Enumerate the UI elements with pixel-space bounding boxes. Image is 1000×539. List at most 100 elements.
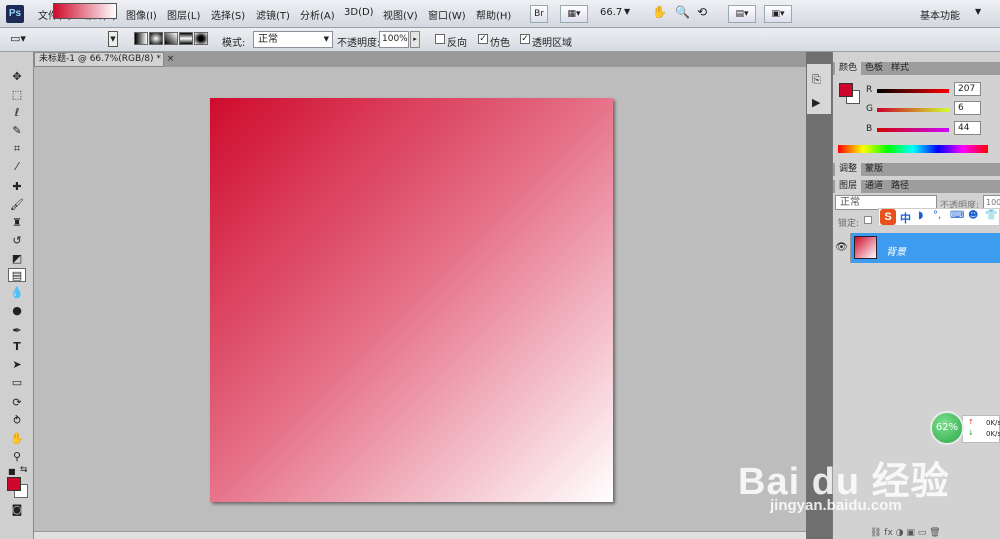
blend-mode-value: 正常 [840, 197, 860, 208]
workspace-dropdown-icon[interactable]: ▼ [975, 7, 981, 16]
history-panel-icon[interactable]: ⎘ [812, 73, 821, 87]
linear-gradient-icon[interactable] [134, 32, 148, 45]
tab-layers[interactable]: 图层 [835, 180, 862, 193]
path-selection-tool-icon[interactable]: ➤ [8, 358, 26, 372]
3d-rotate-tool-icon[interactable]: ⟳ [8, 396, 26, 410]
menu-layer[interactable]: 图层(L) [167, 7, 200, 22]
lock-transparency-icon[interactable] [864, 216, 872, 224]
type-tool-icon[interactable]: T [8, 340, 26, 354]
tab-swatches[interactable]: 色板 [861, 62, 887, 75]
actions-panel-icon[interactable]: ▶ [812, 96, 820, 109]
menu-view[interactable]: 视图(V) [383, 7, 418, 22]
reverse-checkbox[interactable] [435, 34, 445, 44]
red-value-input[interactable]: 207 [954, 82, 981, 96]
bridge-button[interactable]: Br [530, 5, 548, 23]
baidu-watermark-url: jingyan.baidu.com [770, 497, 902, 514]
angle-gradient-icon[interactable] [164, 32, 178, 45]
gradient-dropdown-icon[interactable]: ▼ [108, 31, 118, 47]
document-canvas[interactable] [210, 98, 613, 502]
layer-panel-footer-icons[interactable]: ⛓ fx ◑ ▣ ▭ 🗑 [870, 528, 941, 538]
blue-slider[interactable] [877, 128, 949, 132]
healing-brush-tool-icon[interactable]: ✚ [8, 180, 26, 194]
ime-chinese-mode[interactable]: 中 [900, 210, 911, 226]
rectangle-tool-icon[interactable]: ▭ [8, 376, 26, 390]
hand-tool-icon[interactable]: ✋ [8, 432, 26, 446]
diamond-gradient-icon[interactable] [194, 32, 208, 45]
gradient-swatch[interactable] [53, 3, 117, 19]
foreground-color-swatch[interactable] [7, 477, 21, 491]
sogou-logo-icon[interactable]: S [880, 209, 896, 225]
blue-value-input[interactable]: 44 [954, 121, 981, 135]
horizontal-scrollbar[interactable] [34, 531, 806, 539]
blur-tool-icon[interactable]: 💧 [8, 286, 26, 300]
lock-label: 锁定: [838, 219, 860, 229]
layer-name[interactable]: 背景 [886, 243, 906, 258]
tool-preset-icon[interactable]: ▭▾ [10, 32, 32, 48]
mode-select[interactable]: 正常 ▼ [253, 31, 333, 48]
tab-masks[interactable]: 蒙版 [861, 163, 887, 176]
arrange-documents-button[interactable]: ▤▾ [728, 5, 756, 23]
screen-mode-button[interactable]: ▣▾ [764, 5, 792, 23]
quick-mask-icon[interactable]: ◙ [8, 503, 26, 517]
3d-orbit-tool-icon[interactable]: ⥁ [8, 414, 26, 428]
ime-keyboard-icon[interactable]: ⌨ [950, 210, 964, 221]
menu-window[interactable]: 窗口(W) [428, 7, 466, 22]
quick-selection-tool-icon[interactable]: ✎ [8, 124, 26, 138]
opacity-slider-icon[interactable]: ▸ [410, 31, 420, 48]
red-slider[interactable] [877, 89, 949, 93]
menu-filter[interactable]: 滤镜(T) [256, 7, 290, 22]
swap-colors-icon[interactable]: ⇆ [20, 465, 28, 475]
rotate-view-icon[interactable]: ⟲ [697, 5, 707, 19]
gradient-tool-icon[interactable]: ▤ [8, 268, 26, 282]
memory-usage-ball[interactable]: 62% [930, 411, 964, 445]
ime-halfwidth-icon[interactable]: ◗ [918, 210, 923, 221]
green-slider[interactable] [877, 108, 949, 112]
zoom-level[interactable]: 66.7 [600, 7, 622, 18]
zoom-tool-icon[interactable]: ⚲ [8, 450, 26, 464]
menu-select[interactable]: 选择(S) [211, 7, 245, 22]
marquee-tool-icon[interactable]: ⬚ [8, 88, 26, 102]
eyedropper-tool-icon[interactable]: ⁄ [8, 160, 26, 174]
eraser-tool-icon[interactable]: ◩ [8, 252, 26, 266]
crop-tool-icon[interactable]: ⌗ [8, 142, 26, 156]
tab-paths[interactable]: 路径 [887, 180, 913, 193]
zoom-tool-icon[interactable]: 🔍 [675, 5, 690, 19]
green-value-input[interactable]: 6 [954, 101, 981, 115]
zoom-dropdown-icon[interactable]: ▼ [624, 7, 630, 16]
color-spectrum-bar[interactable] [838, 145, 988, 153]
lasso-tool-icon[interactable]: ℓ [8, 106, 26, 120]
tab-channels[interactable]: 通道 [861, 180, 887, 193]
menu-3d[interactable]: 3D(D) [344, 7, 374, 18]
document-tab[interactable]: 未标题-1 @ 66.7%(RGB/8) * × [34, 52, 174, 67]
reflected-gradient-icon[interactable] [179, 32, 193, 45]
tab-adjustments[interactable]: 调整 [835, 163, 862, 176]
workspace-switcher[interactable]: 基本功能 [920, 7, 960, 22]
menu-help[interactable]: 帮助(H) [476, 7, 511, 22]
hand-tool-icon[interactable]: ✋ [652, 5, 667, 19]
layer-visibility-icon[interactable]: 👁 [833, 233, 851, 263]
ime-skin-icon[interactable]: 👕 [985, 210, 997, 221]
radial-gradient-icon[interactable] [149, 32, 163, 45]
opacity-input[interactable]: 100% [379, 31, 409, 48]
view-extras-button[interactable]: ▦▾ [560, 5, 588, 23]
tab-color[interactable]: 颜色 [835, 62, 862, 75]
close-tab-icon[interactable]: × [167, 54, 175, 64]
red-channel-label: R [866, 85, 873, 95]
move-tool-icon[interactable]: ✥ [8, 70, 26, 84]
clone-stamp-tool-icon[interactable]: ♜ [8, 216, 26, 230]
dodge-tool-icon[interactable]: ● [8, 304, 26, 318]
tab-styles[interactable]: 样式 [887, 62, 913, 75]
layer-thumbnail [854, 236, 877, 259]
brush-tool-icon[interactable]: 🖌 [8, 198, 26, 212]
pen-tool-icon[interactable]: ✒ [8, 324, 26, 338]
ime-punctuation-icon[interactable]: °, [933, 210, 941, 221]
foreground-color-swatch[interactable] [839, 83, 853, 97]
dither-checkbox[interactable]: ✓ [478, 34, 488, 44]
menu-image[interactable]: 图像(I) [126, 7, 157, 22]
menu-analysis[interactable]: 分析(A) [300, 7, 335, 22]
transparency-checkbox[interactable]: ✓ [520, 34, 530, 44]
default-colors-icon[interactable]: ■ [8, 467, 16, 476]
adjustments-panel-tabs: 调整 蒙版 [833, 163, 1000, 176]
ime-user-icon[interactable]: ☻ [968, 210, 978, 221]
history-brush-tool-icon[interactable]: ↺ [8, 234, 26, 248]
